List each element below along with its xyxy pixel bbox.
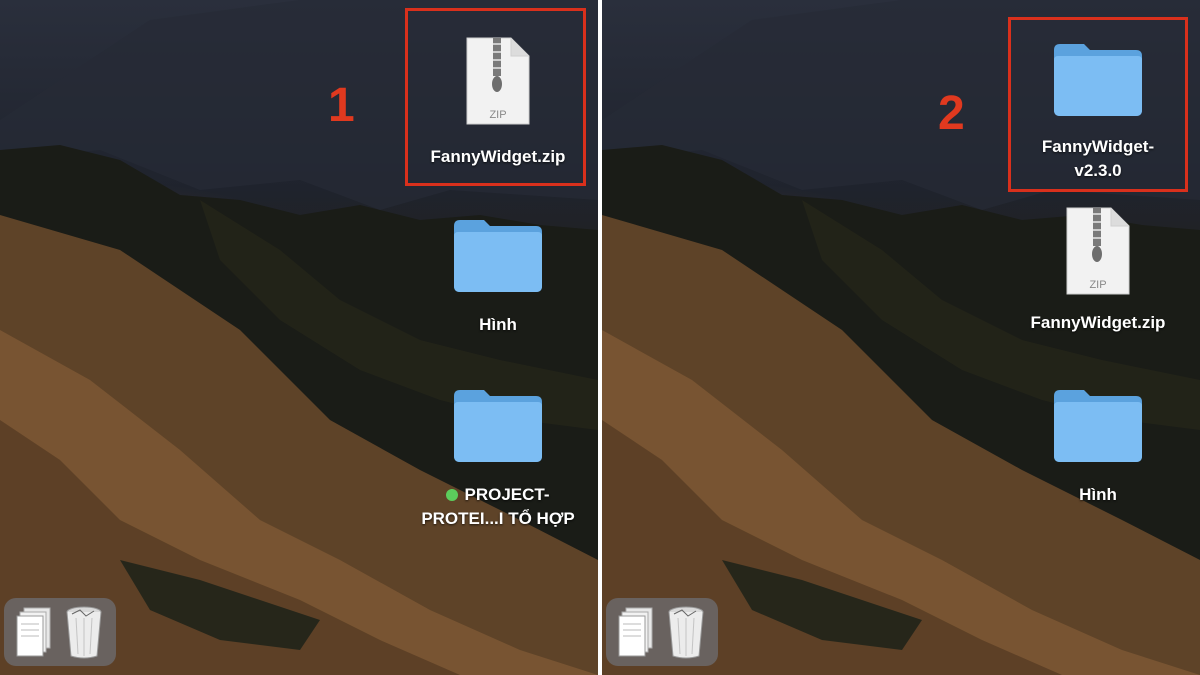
desktop-item-label: Hình — [1079, 485, 1117, 504]
desktop-item-label-line1: PROJECT- — [446, 484, 550, 506]
desktop-item-label: FannyWidget.zip — [430, 147, 566, 166]
folder-icon — [454, 220, 542, 292]
desktop-item-hinh-folder[interactable]: Hình — [1008, 386, 1188, 506]
desktop-item-label-line2: PROTEI...I TỔ HỢP — [421, 509, 575, 528]
desktop-item-fannywidget-zip[interactable]: ZIP FannyWidget.zip — [1008, 206, 1188, 334]
desktop-item-project-folder[interactable]: PROJECT- PROTEI...I TỔ HỢP — [408, 386, 588, 530]
folder-icon — [1054, 390, 1142, 462]
trash-icon[interactable] — [666, 604, 706, 660]
svg-text:ZIP: ZIP — [489, 109, 506, 121]
zip-file-icon: ZIP — [1066, 207, 1130, 295]
desktop-item-hinh-folder[interactable]: Hình — [408, 216, 588, 336]
desktop-panel-left: 1 ZIP FannyWidget.zip Hình PROJECT- PROT… — [0, 0, 598, 675]
folder-icon — [454, 390, 542, 462]
step-number-label: 1 — [328, 79, 355, 132]
green-tag-icon — [446, 489, 459, 501]
desktop-item-fannywidget-zip[interactable]: ZIP FannyWidget.zip — [408, 36, 588, 168]
documents-stack-icon[interactable] — [16, 606, 52, 658]
desktop-item-label-line2: v2.3.0 — [1074, 161, 1122, 180]
desktop-item-label: FannyWidget.zip — [1030, 313, 1166, 332]
dock — [606, 598, 718, 666]
folder-icon — [1054, 44, 1142, 116]
dock — [4, 598, 116, 666]
desktop-item-label-line1: FannyWidget- — [1041, 137, 1155, 156]
documents-stack-icon[interactable] — [618, 606, 654, 658]
trash-icon[interactable] — [64, 604, 104, 660]
svg-text:ZIP: ZIP — [1089, 279, 1106, 291]
step-number-label: 2 — [938, 87, 965, 140]
desktop-item-fannywidget-folder[interactable]: FannyWidget- v2.3.0 — [1008, 40, 1188, 182]
zip-file-icon: ZIP — [466, 37, 530, 125]
desktop-item-label: Hình — [479, 315, 517, 334]
desktop-panel-right: 2 FannyWidget- v2.3.0 ZIP FannyWidget.zi… — [602, 0, 1200, 675]
